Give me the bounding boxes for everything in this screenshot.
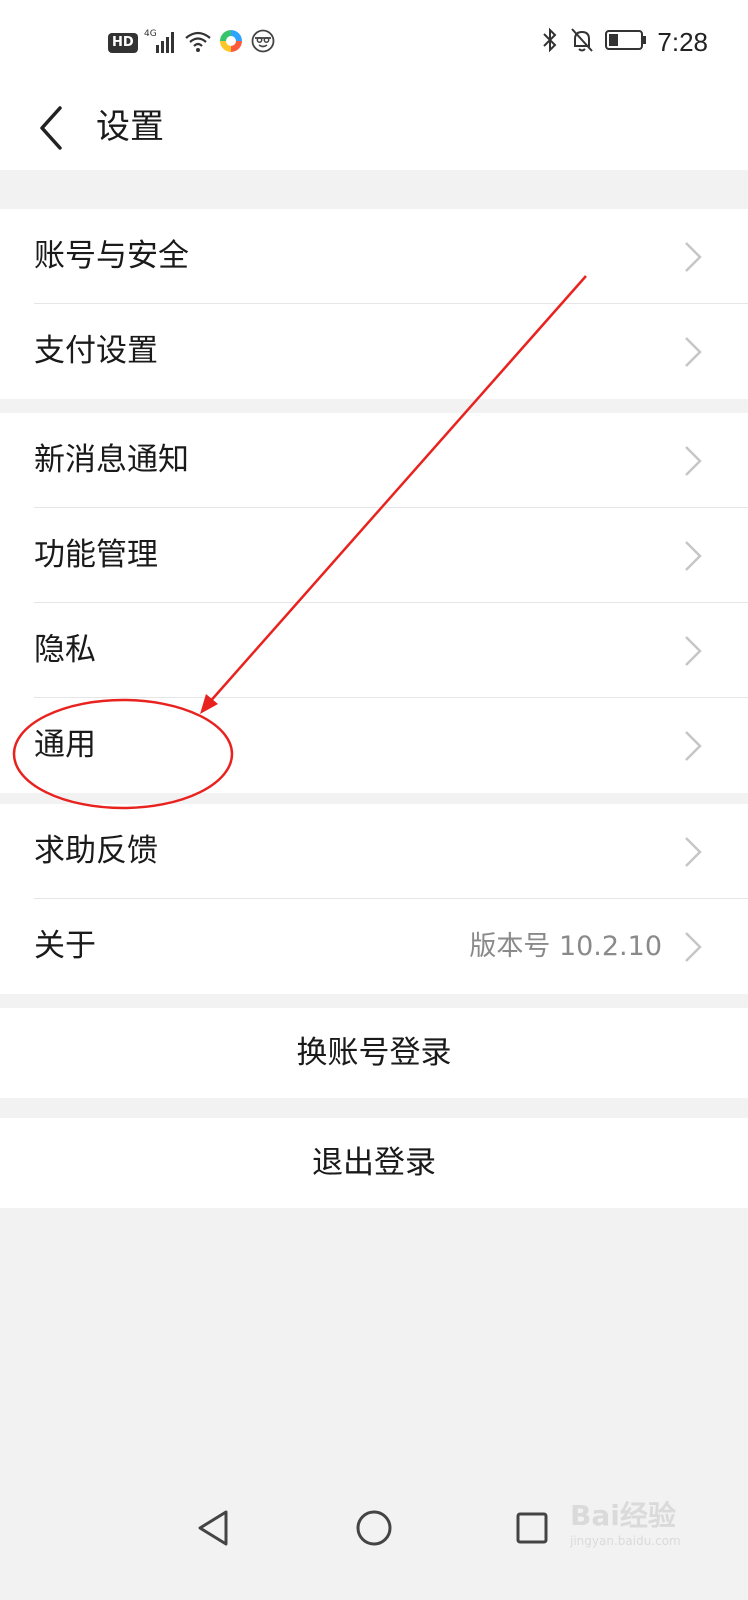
header-bar: 设置 bbox=[0, 86, 748, 170]
baidu-jingyan-watermark: Bai经验 jingyan.baidu.com bbox=[570, 1494, 730, 1574]
battery-icon bbox=[605, 29, 647, 55]
signal-icon: 4G bbox=[144, 27, 178, 59]
settings-item-privacy[interactable]: 隐私 bbox=[0, 603, 748, 698]
settings-group-account: 账号与安全 支付设置 bbox=[0, 209, 748, 399]
watermark-logo: Bai经验 bbox=[570, 1499, 676, 1532]
version-value: 版本号 10.2.10 bbox=[469, 931, 662, 962]
wifi-icon bbox=[184, 29, 212, 57]
settings-item-features[interactable]: 功能管理 bbox=[0, 508, 748, 603]
recents-square-icon bbox=[516, 1512, 548, 1544]
back-button[interactable] bbox=[30, 100, 86, 156]
settings-item-account-security[interactable]: 账号与安全 bbox=[0, 209, 748, 304]
face-icon bbox=[250, 28, 276, 58]
nav-back-button[interactable] bbox=[184, 1498, 244, 1558]
settings-item-label: 关于 bbox=[34, 928, 96, 964]
watermark-url: jingyan.baidu.com bbox=[570, 1534, 681, 1548]
chevron-right-icon bbox=[685, 837, 702, 867]
settings-item-label: 隐私 bbox=[34, 632, 96, 668]
bluetooth-icon bbox=[541, 26, 559, 58]
settings-item-label: 求助反馈 bbox=[34, 833, 158, 869]
settings-item-help-feedback[interactable]: 求助反馈 bbox=[0, 804, 748, 899]
page-title: 设置 bbox=[96, 107, 164, 147]
nav-recents-button[interactable] bbox=[502, 1498, 562, 1558]
chevron-right-icon bbox=[685, 731, 702, 761]
hd-badge: HD bbox=[108, 33, 138, 53]
clock: 7:28 bbox=[657, 26, 708, 57]
status-bar: HD 4G 7:28 bbox=[0, 0, 748, 86]
settings-item-label: 通用 bbox=[34, 727, 96, 763]
settings-item-payment[interactable]: 支付设置 bbox=[0, 304, 748, 399]
settings-item-about[interactable]: 关于 版本号 10.2.10 bbox=[0, 899, 748, 994]
settings-item-label: 功能管理 bbox=[34, 537, 158, 573]
chevron-right-icon bbox=[685, 242, 702, 272]
settings-item-notifications[interactable]: 新消息通知 bbox=[0, 413, 748, 508]
chevron-right-icon bbox=[685, 446, 702, 476]
settings-group-help: 求助反馈 关于 版本号 10.2.10 bbox=[0, 804, 748, 994]
back-triangle-icon bbox=[198, 1510, 228, 1546]
logout-button[interactable]: 退出登录 bbox=[0, 1118, 748, 1208]
status-left-icons: HD 4G bbox=[108, 26, 276, 60]
bell-off-icon bbox=[569, 26, 595, 58]
chevron-right-icon bbox=[685, 636, 702, 666]
back-arrow-icon bbox=[40, 106, 62, 150]
app-notification-icon bbox=[218, 28, 244, 58]
switch-account-button[interactable]: 换账号登录 bbox=[0, 1008, 748, 1098]
settings-group-features: 新消息通知 功能管理 隐私 通用 bbox=[0, 413, 748, 793]
home-circle-icon bbox=[356, 1510, 392, 1546]
settings-item-general[interactable]: 通用 bbox=[0, 698, 748, 793]
chevron-right-icon bbox=[685, 337, 702, 367]
settings-item-label: 新消息通知 bbox=[34, 442, 189, 478]
network-type-label: 4G bbox=[144, 29, 157, 39]
chevron-right-icon bbox=[685, 932, 702, 962]
settings-item-label: 支付设置 bbox=[34, 333, 158, 369]
nav-home-button[interactable] bbox=[344, 1498, 404, 1558]
settings-item-label: 账号与安全 bbox=[34, 238, 189, 274]
status-right-icons: 7:28 bbox=[541, 24, 708, 60]
chevron-right-icon bbox=[685, 541, 702, 571]
